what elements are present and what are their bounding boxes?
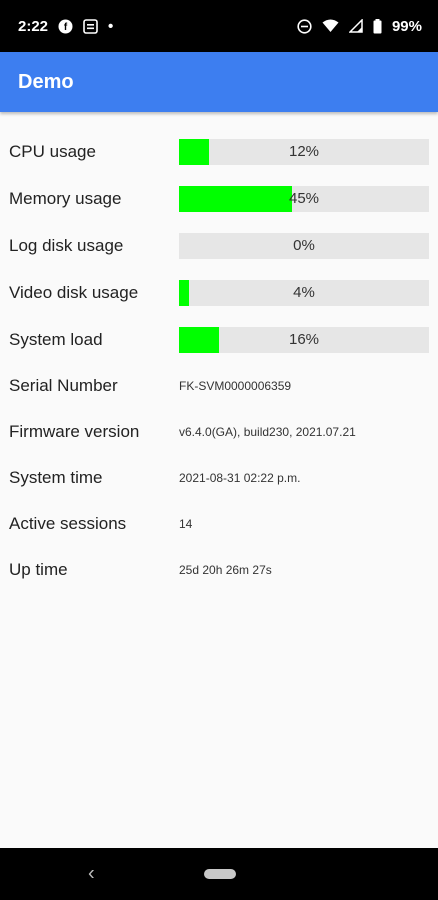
info-row-system-time: System time 2021-08-31 02:22 p.m. — [0, 455, 438, 501]
progress-text: 12% — [288, 143, 320, 160]
info-value: 25d 20h 26m 27s — [179, 563, 272, 577]
info-label: Up time — [9, 560, 68, 579]
info-label: Firmware version — [9, 422, 140, 441]
info-row-sessions: Active sessions 14 — [0, 501, 438, 547]
info-row-uptime: Up time 25d 20h 26m 27s — [0, 547, 438, 593]
info-label: System time — [9, 468, 103, 487]
info-value: v6.4.0(GA), build230, 2021.07.21 — [179, 425, 356, 439]
progress-bar: 45% — [179, 185, 429, 212]
progress-text: 4% — [293, 284, 315, 301]
metric-row-video-disk: Video disk usage 4% — [0, 269, 438, 316]
status-bar: 2:22 f • 99% — [0, 0, 438, 52]
metric-row-system-load: System load 16% — [0, 316, 438, 363]
progress-text: 16% — [288, 331, 320, 348]
stats-list: CPU usage 12% Memory usage 45% Log disk … — [0, 112, 438, 593]
progress-bar: 0% — [179, 232, 429, 259]
navigation-bar: ‹ — [0, 848, 438, 900]
signal-icon — [348, 19, 363, 33]
wifi-icon — [322, 19, 339, 33]
metric-row-memory: Memory usage 45% — [0, 175, 438, 222]
info-label: Active sessions — [9, 514, 127, 533]
metric-label: Video disk usage — [9, 282, 139, 302]
info-row-serial: Serial Number FK-SVM0000006359 — [0, 363, 438, 409]
metric-label: Log disk usage — [9, 235, 124, 255]
app-bar: Demo — [0, 52, 438, 112]
progress-bar: 4% — [179, 279, 429, 306]
progress-bar: 16% — [179, 326, 429, 353]
calendar-icon — [83, 18, 98, 34]
info-label: Serial Number — [9, 376, 118, 395]
metric-row-cpu: CPU usage 12% — [0, 128, 438, 175]
home-pill-button[interactable] — [204, 869, 236, 879]
do-not-disturb-icon — [297, 18, 312, 34]
notification-dot: • — [108, 17, 114, 35]
progress-text: 45% — [288, 190, 320, 207]
back-chevron-icon[interactable]: ‹ — [88, 863, 95, 886]
battery-percent: 99% — [391, 17, 422, 35]
status-time: 2:22 — [18, 17, 49, 35]
info-row-firmware: Firmware version v6.4.0(GA), build230, 2… — [0, 409, 438, 455]
metric-label: System load — [9, 329, 103, 349]
metric-label: CPU usage — [9, 141, 96, 161]
metric-row-log-disk: Log disk usage 0% — [0, 222, 438, 269]
metric-label: Memory usage — [9, 188, 122, 208]
battery-icon — [373, 18, 382, 34]
info-value: 2021-08-31 02:22 p.m. — [179, 471, 301, 485]
info-value: 14 — [179, 517, 193, 531]
progress-bar: 12% — [179, 138, 429, 165]
f-circle-icon: f — [58, 19, 73, 34]
app-title: Demo — [18, 70, 74, 93]
info-value: FK-SVM0000006359 — [179, 379, 292, 393]
progress-text: 0% — [293, 237, 315, 254]
